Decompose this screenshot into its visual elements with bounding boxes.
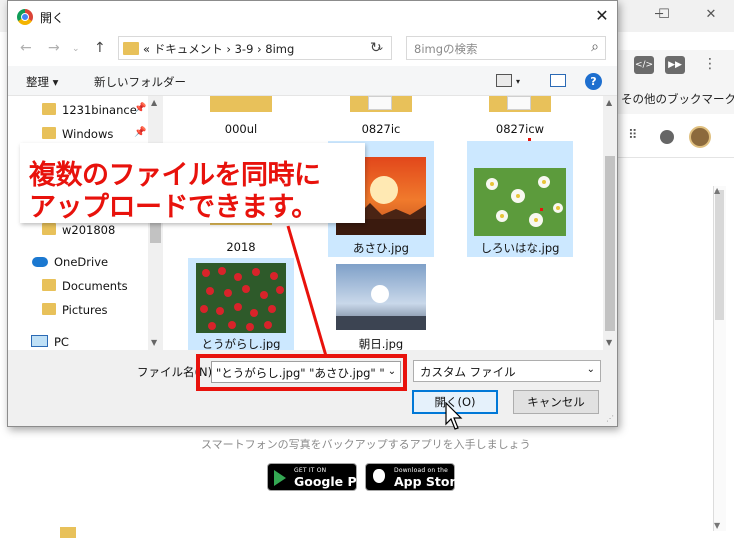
annotation-pointer-line	[286, 225, 328, 357]
mouse-cursor-icon	[445, 402, 463, 430]
annotation-dot	[528, 138, 531, 141]
filename-highlight-box	[196, 354, 407, 391]
annotation-dot	[540, 208, 543, 211]
